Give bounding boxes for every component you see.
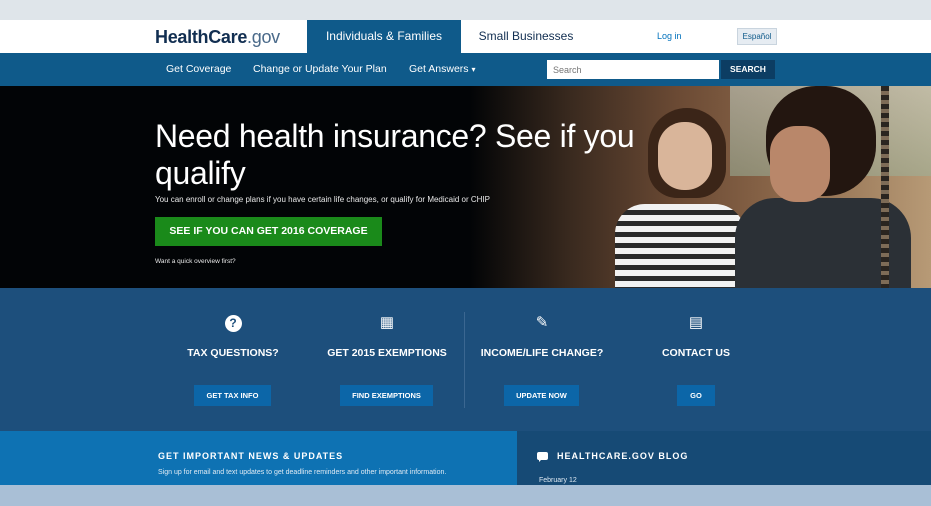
see-coverage-button[interactable]: SEE IF YOU CAN GET 2016 COVERAGE (155, 217, 382, 246)
browser-bottom-strip (0, 485, 931, 506)
nav-change-update-plan[interactable]: Change or Update Your Plan (253, 53, 387, 86)
quick-link-contact-title: CONTACT US (661, 347, 731, 359)
hero-title: Need health insurance? See if you qualif… (155, 118, 635, 191)
edit-icon: ✎ (535, 314, 549, 331)
search-button[interactable]: SEARCH (721, 60, 775, 79)
contact-go-button[interactable]: GO (677, 385, 715, 406)
news-title: GET IMPORTANT NEWS & UPDATES (158, 451, 344, 461)
language-toggle-button[interactable]: Español (737, 28, 777, 45)
get-tax-info-button[interactable]: GET TAX INFO (194, 385, 271, 406)
news-text: Sign up for email and text updates to ge… (158, 469, 447, 476)
nav-get-answers[interactable]: Get Answers ▾ (409, 53, 475, 86)
chat-bubble-icon (537, 452, 548, 462)
hero-subtitle: You can enroll or change plans if you ha… (155, 195, 491, 204)
site-header: HealthCare.gov Individuals & Families Sm… (0, 20, 931, 53)
tab-individuals-families[interactable]: Individuals & Families (307, 20, 461, 53)
quick-link-tax: ? TAX QUESTIONS? GET TAX INFO (158, 288, 308, 431)
site-logo[interactable]: HealthCare.gov (155, 27, 280, 48)
quick-link-exemptions: ▦ GET 2015 EXEMPTIONS FIND EXEMPTIONS (312, 288, 462, 431)
quick-overview-link[interactable]: Want a quick overview first? (155, 258, 236, 265)
calendar-icon: ▦ (379, 314, 395, 331)
chevron-down-icon: ▾ (471, 65, 476, 74)
blog-date: February 12 (539, 477, 577, 484)
news-signup-panel: GET IMPORTANT NEWS & UPDATES Sign up for… (0, 431, 517, 485)
blog-title[interactable]: HEALTHCARE.GOV BLOG (557, 451, 688, 461)
main-nav: Get Coverage Change or Update Your Plan … (0, 53, 931, 86)
quick-link-life-change-title: INCOME/LIFE CHANGE? (480, 347, 604, 359)
question-icon: ? (158, 314, 308, 332)
browser-top-strip (0, 0, 931, 20)
update-now-button[interactable]: UPDATE NOW (504, 385, 579, 406)
tab-small-businesses[interactable]: Small Businesses (462, 20, 590, 53)
search-input[interactable] (547, 60, 719, 79)
quick-links-divider (464, 312, 465, 408)
find-exemptions-button[interactable]: FIND EXEMPTIONS (340, 385, 433, 406)
quick-link-exemptions-title: GET 2015 EXEMPTIONS (327, 347, 447, 359)
quick-links-section: ? TAX QUESTIONS? GET TAX INFO ▦ GET 2015… (0, 288, 931, 431)
login-link[interactable]: Log in (657, 20, 682, 53)
contact-icon: ▤ (688, 314, 704, 331)
nav-get-coverage[interactable]: Get Coverage (166, 53, 231, 86)
quick-link-life-change: ✎ INCOME/LIFE CHANGE? UPDATE NOW (467, 288, 617, 431)
quick-link-tax-title: TAX QUESTIONS? (187, 347, 279, 359)
nav-get-answers-label: Get Answers (409, 63, 469, 75)
blog-panel: HEALTHCARE.GOV BLOG February 12 (517, 431, 931, 485)
logo-main-text: HealthCare (155, 27, 248, 47)
quick-link-contact: ▤ CONTACT US GO (621, 288, 771, 431)
hero-banner: Need health insurance? See if you qualif… (0, 86, 931, 288)
logo-suffix-text: .gov (247, 27, 280, 47)
